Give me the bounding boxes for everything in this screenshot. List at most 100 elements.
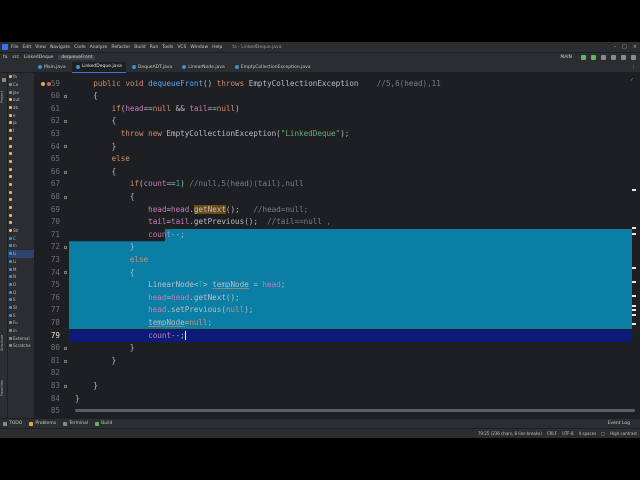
- tree-item[interactable]: in: [8, 327, 34, 335]
- tree-item[interactable]: [8, 142, 34, 150]
- tree-item[interactable]: [8, 219, 34, 227]
- scroll-mark[interactable]: [632, 305, 636, 307]
- menu-item-tools[interactable]: Tools: [162, 45, 173, 50]
- fold-marker-icon[interactable]: [64, 195, 67, 199]
- fold-marker-icon[interactable]: [64, 94, 67, 98]
- tree-item[interactable]: Jav: [8, 88, 34, 96]
- minimize-icon[interactable]: –: [614, 44, 617, 50]
- menu-item-edit[interactable]: Edit: [23, 45, 32, 50]
- tree-item[interactable]: e: [8, 111, 34, 119]
- tree-item[interactable]: out: [8, 96, 34, 104]
- run-icon[interactable]: [581, 55, 586, 60]
- tool-window-todo[interactable]: TODO: [3, 421, 22, 426]
- breadcrumb-item[interactable]: fa: [3, 55, 7, 60]
- scroll-mark[interactable]: [632, 314, 636, 316]
- menu-item-refactor[interactable]: Refactor: [111, 45, 130, 50]
- menu-item-window[interactable]: Window: [190, 45, 208, 50]
- breadcrumb-item[interactable]: LinkedDeque: [24, 55, 53, 60]
- highlight-level[interactable]: High contrast: [610, 431, 637, 436]
- scroll-mark[interactable]: [632, 295, 636, 297]
- stop-icon[interactable]: [611, 55, 616, 60]
- fold-marker-icon[interactable]: [64, 246, 67, 250]
- tree-item[interactable]: S: [8, 311, 34, 319]
- tree-item[interactable]: M: [8, 265, 34, 273]
- event-log-button[interactable]: Event Log: [608, 421, 630, 426]
- menu-item-analyze[interactable]: Analyze: [90, 45, 108, 50]
- tree-item[interactable]: [8, 158, 34, 166]
- close-icon[interactable]: ×: [633, 44, 637, 50]
- scroll-mark[interactable]: [632, 281, 636, 283]
- tree-item[interactable]: Li: [8, 258, 34, 266]
- scroll-mark[interactable]: [632, 233, 636, 235]
- menu-item-navigate[interactable]: Navigate: [50, 45, 70, 50]
- editor-tab[interactable]: DequeADT.java: [128, 62, 176, 73]
- menu-item-code[interactable]: Code: [74, 45, 86, 50]
- fold-marker-icon[interactable]: [64, 145, 67, 149]
- tree-item[interactable]: [8, 196, 34, 204]
- tab-menu-icon[interactable]: ⋮: [632, 65, 637, 70]
- file-encoding[interactable]: UTF-8: [562, 431, 574, 436]
- code-editor[interactable]: 59 60 61 62 63 64 65 66 67 68 69 70 71 72 73 74 75 76 77 78…: [35, 73, 640, 418]
- tree-item[interactable]: S: [8, 296, 34, 304]
- settings-icon[interactable]: [631, 55, 636, 60]
- project-tool-icon[interactable]: [1, 78, 6, 82]
- indent-setting[interactable]: 4 spaces: [579, 431, 597, 436]
- editor-tab[interactable]: LinkedDeque.java: [71, 61, 126, 73]
- tree-item[interactable]: Str: [8, 227, 34, 235]
- tool-window-terminal[interactable]: Terminal: [63, 421, 88, 426]
- menu-item-vcs[interactable]: VCS: [177, 45, 186, 50]
- coverage-icon[interactable]: [601, 55, 606, 60]
- caret-position[interactable]: 79:25 (236 chars, 8 line breaks): [478, 431, 542, 436]
- tree-item[interactable]: [8, 165, 34, 173]
- tree-item[interactable]: Co: [8, 81, 34, 89]
- maximize-icon[interactable]: □: [622, 44, 627, 50]
- fold-marker-icon[interactable]: [64, 346, 67, 350]
- tool-window-problems[interactable]: Problems: [29, 421, 56, 426]
- run-configuration-select[interactable]: MAIN: [560, 55, 572, 60]
- tree-item[interactable]: [8, 211, 34, 219]
- scroll-mark[interactable]: [632, 227, 636, 229]
- menu-item-help[interactable]: Help: [212, 45, 222, 50]
- tree-item[interactable]: [8, 135, 34, 143]
- scroll-mark[interactable]: [632, 267, 636, 269]
- lock-icon[interactable]: □: [601, 431, 605, 436]
- vertical-scrollbar[interactable]: ✓: [630, 77, 636, 412]
- tree-item[interactable]: O: [8, 281, 34, 289]
- tree-item[interactable]: ja: [8, 119, 34, 127]
- fold-marker-icon[interactable]: [64, 271, 67, 275]
- editor-tab[interactable]: EmptyCollectionException.java: [231, 62, 315, 73]
- tree-item[interactable]: l: [8, 127, 34, 135]
- horizontal-scroll-thumb[interactable]: [75, 409, 635, 412]
- tree-item[interactable]: [8, 150, 34, 158]
- tree-item[interactable]: [8, 181, 34, 189]
- fold-marker-icon[interactable]: [64, 170, 67, 174]
- tree-item[interactable]: [8, 204, 34, 212]
- scroll-mark[interactable]: [632, 189, 636, 191]
- tree-item[interactable]: N: [8, 273, 34, 281]
- inspection-ok-icon[interactable]: ✓: [630, 77, 634, 83]
- horizontal-scrollbar[interactable]: [75, 409, 635, 412]
- search-icon[interactable]: [621, 55, 626, 60]
- tree-item[interactable]: In: [8, 242, 34, 250]
- tree-item[interactable]: Scratche: [8, 342, 34, 350]
- breadcrumb-item[interactable]: src: [12, 55, 19, 60]
- fold-marker-icon[interactable]: [64, 120, 67, 124]
- editor-tab[interactable]: LinearNode.java: [178, 62, 229, 73]
- tree-item[interactable]: Fu: [8, 319, 34, 327]
- debug-icon[interactable]: [591, 55, 596, 60]
- tree-item[interactable]: St: [8, 304, 34, 312]
- fold-marker-icon[interactable]: [64, 359, 67, 363]
- editor-tab[interactable]: Main.java: [34, 62, 70, 73]
- project-tool-label[interactable]: Project: [0, 85, 8, 109]
- menu-item-view[interactable]: View: [35, 45, 46, 50]
- tree-item[interactable]: Li: [8, 249, 34, 258]
- fold-marker-icon[interactable]: [64, 384, 67, 388]
- tree-item[interactable]: [8, 188, 34, 196]
- tree-item[interactable]: fa: [8, 73, 34, 81]
- breadcrumb-item[interactable]: dequeueFront: [58, 55, 96, 60]
- menu-item-run[interactable]: Run: [150, 45, 159, 50]
- menu-item-file[interactable]: File: [11, 45, 19, 50]
- line-separator[interactable]: CRLF: [547, 431, 557, 436]
- tree-item[interactable]: External: [8, 334, 34, 342]
- scroll-mark[interactable]: [632, 309, 636, 311]
